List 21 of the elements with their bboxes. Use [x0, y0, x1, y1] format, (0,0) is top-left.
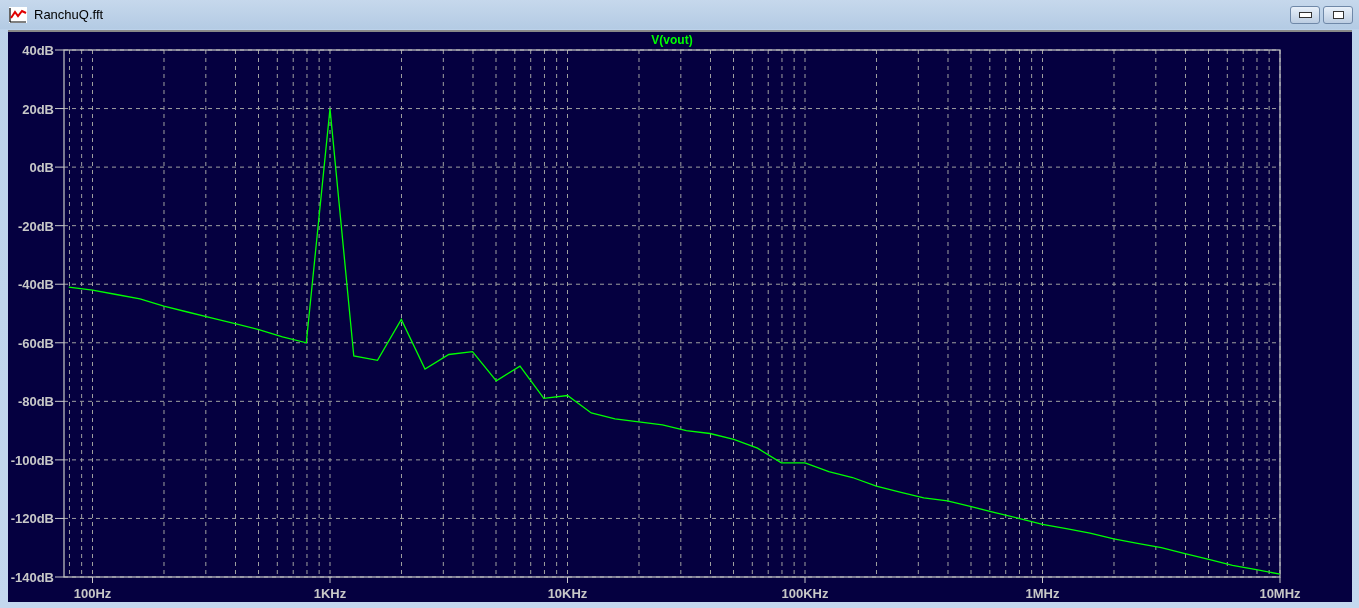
x-axis-label: 10KHz	[547, 586, 588, 601]
x-axis-label: 100KHz	[781, 586, 829, 601]
y-axis-label: 0dB	[29, 160, 54, 176]
y-axis-label: 40dB	[22, 43, 54, 58]
window-title: RanchuQ.fft	[34, 7, 104, 22]
x-axis-label: 100Hz	[73, 586, 112, 601]
x-axis-label: 1MHz	[1025, 586, 1060, 601]
trace-label: V(vout)	[651, 33, 693, 47]
restore-button[interactable]	[1323, 5, 1353, 24]
x-axis-label: 1KHz	[313, 586, 347, 601]
waveform-icon	[8, 5, 28, 24]
y-axis-label: -80dB	[17, 394, 54, 410]
y-axis-label: -100dB	[10, 452, 54, 468]
y-axis-label: -40dB	[17, 277, 54, 293]
y-axis-label: -140dB	[10, 570, 54, 585]
y-axis-label: -120dB	[10, 511, 54, 527]
y-axis-label: -60dB	[17, 335, 54, 351]
y-axis-label: 20dB	[22, 101, 54, 117]
minimize-button[interactable]	[1290, 5, 1320, 24]
y-axis-label: -20dB	[17, 218, 54, 234]
x-axis-label: 10MHz	[1259, 586, 1301, 601]
